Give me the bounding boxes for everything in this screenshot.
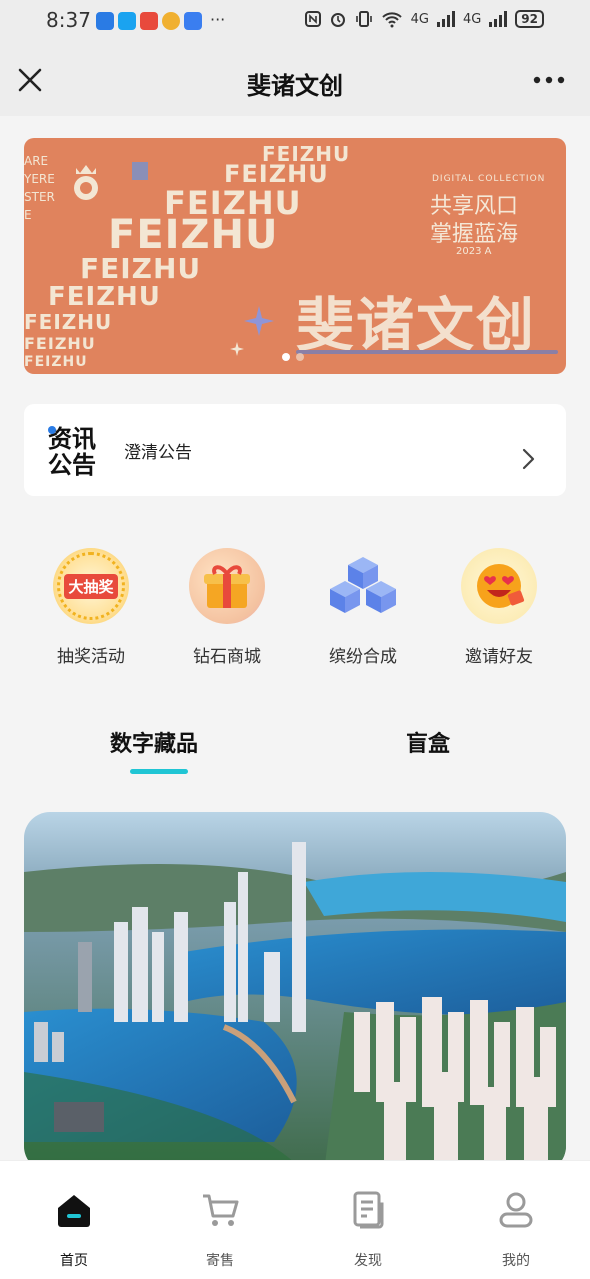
bulb-app-icon (184, 12, 202, 30)
document-icon (353, 1191, 384, 1229)
announcement-text[interactable]: 澄清公告 (124, 438, 192, 463)
promo-banner[interactable]: ARE YERE STER E FEIZHU FEIZHU FEIZHU FEI… (24, 138, 566, 374)
network-4g-label: 4G (410, 11, 429, 27)
crown-logo-icon (74, 165, 98, 200)
wifi-icon (381, 12, 402, 28)
gift-icon (189, 548, 265, 624)
sparkle-icon (230, 342, 244, 356)
home-icon (58, 1195, 90, 1227)
bottom-nav-label: 首页 (60, 1253, 88, 1269)
announcement-card[interactable] (24, 404, 566, 496)
smiley-icon (461, 548, 537, 624)
tab-digital-collections[interactable]: 数字藏品 (110, 726, 198, 758)
banner-brand-word: FEIZHU (24, 334, 96, 353)
quick-entry-label: 邀请好友 (465, 647, 533, 667)
banner-tag-top: DIGITAL COLLECTION (432, 174, 546, 184)
quick-entry-synthesis[interactable]: 缤纷合成 (308, 548, 418, 667)
decor-square (132, 162, 148, 180)
signal-icon (489, 11, 508, 27)
banner-tag-bottom: 2023 A (456, 246, 492, 257)
sparkle-icon (244, 306, 274, 336)
featured-collection-card[interactable] (24, 812, 566, 1172)
banner-side-text: ARE YERE STER E (24, 154, 55, 222)
page-title: 斐诸文创 (247, 72, 343, 100)
app-notification-icon (96, 12, 114, 30)
alarm-icon (330, 13, 345, 27)
weibo-icon (162, 12, 180, 30)
carousel-dot-active[interactable] (282, 353, 290, 361)
quick-entry-invite-friends[interactable]: 邀请好友 (444, 548, 554, 667)
more-icon[interactable] (532, 72, 566, 88)
signal-icon (436, 11, 455, 27)
quick-entry-diamond-mall[interactable]: 钻石商城 (172, 548, 282, 667)
banner-brand-word: FEIZHU (80, 252, 202, 285)
carousel-dot[interactable] (296, 353, 304, 361)
status-indicators: 4G 4G 92 (304, 10, 544, 28)
announcement-dot (48, 426, 56, 434)
quick-entry-label: 缤纷合成 (329, 647, 397, 667)
quick-entry-lottery[interactable]: 大抽奖 抽奖活动 (36, 548, 146, 667)
banner-brand-word: FEIZHU (48, 282, 161, 312)
search-app-icon (118, 12, 136, 30)
bottom-nav-consign[interactable]: 寄售 (170, 1190, 270, 1270)
tab-blind-box[interactable]: 盲盒 (406, 726, 450, 758)
banner-underline (296, 350, 558, 354)
status-time: 8:37 (46, 8, 91, 32)
nfc-icon (304, 11, 321, 27)
user-icon (499, 1192, 533, 1228)
announcement-logo: 资讯 公告 (48, 425, 96, 479)
quick-entry-label: 钻石商城 (193, 647, 261, 667)
battery-icon: 92 (515, 10, 544, 28)
bottom-nav-home[interactable]: 首页 (24, 1190, 124, 1270)
carousel-dots[interactable] (282, 353, 304, 361)
city-skyline-image (24, 812, 566, 1172)
banner-slogan-2: 掌握蓝海 (430, 222, 519, 247)
quick-entry-label: 抽奖活动 (57, 647, 125, 667)
app-notification-icon (140, 12, 158, 30)
network-4g-label: 4G (462, 11, 482, 27)
lottery-icon: 大抽奖 (53, 548, 129, 624)
vibrate-icon (355, 11, 372, 27)
banner-brand-word: FEIZHU (24, 310, 113, 334)
bottom-nav-label: 发现 (354, 1253, 382, 1269)
cart-icon (203, 1194, 239, 1226)
chevron-right-icon[interactable] (518, 446, 538, 472)
more-notifications-icon: ··· (210, 10, 226, 29)
active-tab-indicator (130, 769, 188, 774)
bottom-nav-discover[interactable]: 发现 (318, 1190, 418, 1270)
banner-brand-word: FEIZHU (24, 354, 88, 370)
bottom-nav-mine[interactable]: 我的 (466, 1190, 566, 1270)
bottom-nav-label: 我的 (502, 1253, 530, 1269)
cubes-icon (325, 548, 401, 624)
bottom-nav-label: 寄售 (206, 1253, 234, 1269)
